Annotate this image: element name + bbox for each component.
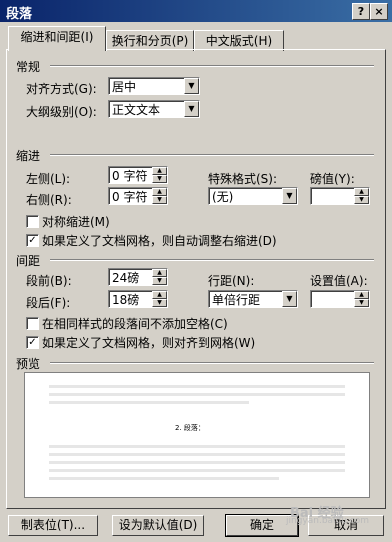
- spacing-at-input[interactable]: ▲ ▼: [310, 290, 370, 308]
- indent-separator: [50, 154, 374, 156]
- preview-sample-text: 2. 段落：: [175, 424, 205, 432]
- snap-to-grid-checkbox[interactable]: ✓: [26, 336, 39, 349]
- general-separator: [50, 65, 374, 67]
- special-indent-select[interactable]: (无) ▼: [208, 187, 298, 205]
- spin-up-icon[interactable]: ▲: [354, 188, 369, 196]
- right-indent-input[interactable]: 0 字符 ▲ ▼: [108, 187, 168, 205]
- snap-to-grid-label: 如果定义了文档网格，则对齐到网格(W): [42, 336, 256, 350]
- preview-box: 2. 段落：: [24, 372, 370, 498]
- spin-down-icon[interactable]: ▼: [152, 299, 167, 307]
- tab-line-page-breaks[interactable]: 换行和分页(P): [106, 30, 194, 51]
- auto-adjust-right-indent-label: 如果定义了文档网格，则自动调整右缩进(D): [42, 234, 277, 248]
- special-indent-value: (无): [212, 190, 234, 204]
- spin-down-icon[interactable]: ▼: [152, 196, 167, 204]
- preview-line: [49, 385, 345, 388]
- title-bar: 段落 ? ×: [0, 0, 392, 22]
- alignment-value: 居中: [112, 80, 137, 94]
- mirror-indents-checkbox[interactable]: [26, 215, 39, 228]
- preview-separator: [50, 362, 374, 364]
- preview-line: [49, 445, 345, 448]
- preview-line: [49, 477, 279, 480]
- spin-down-icon[interactable]: ▼: [354, 299, 369, 307]
- spacing-separator: [50, 259, 374, 261]
- indent-by-label: 磅值(Y):: [310, 172, 355, 186]
- outline-level-select[interactable]: 正文文本 ▼: [108, 100, 200, 118]
- preview-line: [49, 469, 345, 472]
- spacing-at-label: 设置值(A):: [310, 274, 368, 288]
- outline-level-value: 正文文本: [112, 103, 161, 117]
- spin-down-icon[interactable]: ▼: [152, 277, 167, 285]
- space-after-input[interactable]: 18磅 ▲ ▼: [108, 290, 168, 308]
- space-after-label: 段后(F):: [26, 296, 71, 310]
- space-before-value: 24磅: [112, 271, 140, 285]
- preview-line: [49, 453, 345, 456]
- chevron-down-icon[interactable]: ▼: [184, 101, 199, 117]
- preview-line: [49, 393, 345, 396]
- left-indent-value: 0 字符: [112, 169, 148, 183]
- space-before-label: 段前(B):: [26, 274, 72, 288]
- line-spacing-select[interactable]: 单倍行距 ▼: [208, 290, 298, 308]
- left-indent-input[interactable]: 0 字符 ▲ ▼: [108, 166, 168, 184]
- set-default-button[interactable]: 设为默认值(D): [112, 515, 204, 536]
- no-space-same-style-label: 在相同样式的段落间不添加空格(C): [42, 317, 228, 331]
- watermark-url: jingyan.baidu.com: [286, 516, 370, 526]
- indent-by-input[interactable]: ▲ ▼: [310, 187, 370, 205]
- spin-up-icon[interactable]: ▲: [152, 269, 167, 277]
- window-title: 段落: [6, 7, 33, 22]
- indent-section-label: 缩进: [16, 149, 41, 163]
- alignment-label: 对齐方式(G):: [26, 82, 97, 96]
- chevron-down-icon[interactable]: ▼: [282, 188, 297, 204]
- mirror-indents-label: 对称缩进(M): [42, 215, 110, 229]
- chevron-down-icon[interactable]: ▼: [184, 78, 199, 94]
- space-before-input[interactable]: 24磅 ▲ ▼: [108, 268, 168, 286]
- close-button[interactable]: ×: [370, 3, 388, 20]
- spin-up-icon[interactable]: ▲: [354, 291, 369, 299]
- preview-line: [49, 461, 345, 464]
- preview-section-label: 预览: [16, 357, 41, 371]
- spin-up-icon[interactable]: ▲: [152, 188, 167, 196]
- space-after-value: 18磅: [112, 293, 140, 307]
- left-indent-label: 左侧(L):: [26, 172, 71, 186]
- spin-up-icon[interactable]: ▲: [152, 167, 167, 175]
- alignment-select[interactable]: 居中 ▼: [108, 77, 200, 95]
- spin-down-icon[interactable]: ▼: [354, 196, 369, 204]
- right-indent-label: 右侧(R):: [26, 193, 72, 207]
- tab-indent-spacing[interactable]: 缩进和间距(I): [8, 26, 106, 51]
- line-spacing-label: 行距(N):: [208, 274, 255, 288]
- spin-down-icon[interactable]: ▼: [152, 175, 167, 183]
- no-space-same-style-checkbox[interactable]: [26, 317, 39, 330]
- preview-line: [49, 401, 249, 404]
- line-spacing-value: 单倍行距: [212, 293, 261, 307]
- general-section-label: 常规: [16, 60, 41, 74]
- tab-asian-typography[interactable]: 中文版式(H): [194, 30, 284, 51]
- outline-level-label: 大纲级别(O):: [26, 105, 97, 119]
- tab-stops-button[interactable]: 制表位(T)...: [8, 515, 98, 536]
- spin-up-icon[interactable]: ▲: [152, 291, 167, 299]
- special-indent-label: 特殊格式(S):: [208, 172, 278, 186]
- chevron-down-icon[interactable]: ▼: [282, 291, 297, 307]
- help-button[interactable]: ?: [352, 3, 370, 20]
- auto-adjust-right-indent-checkbox[interactable]: ✓: [26, 234, 39, 247]
- spacing-section-label: 间距: [16, 254, 41, 268]
- right-indent-value: 0 字符: [112, 190, 148, 204]
